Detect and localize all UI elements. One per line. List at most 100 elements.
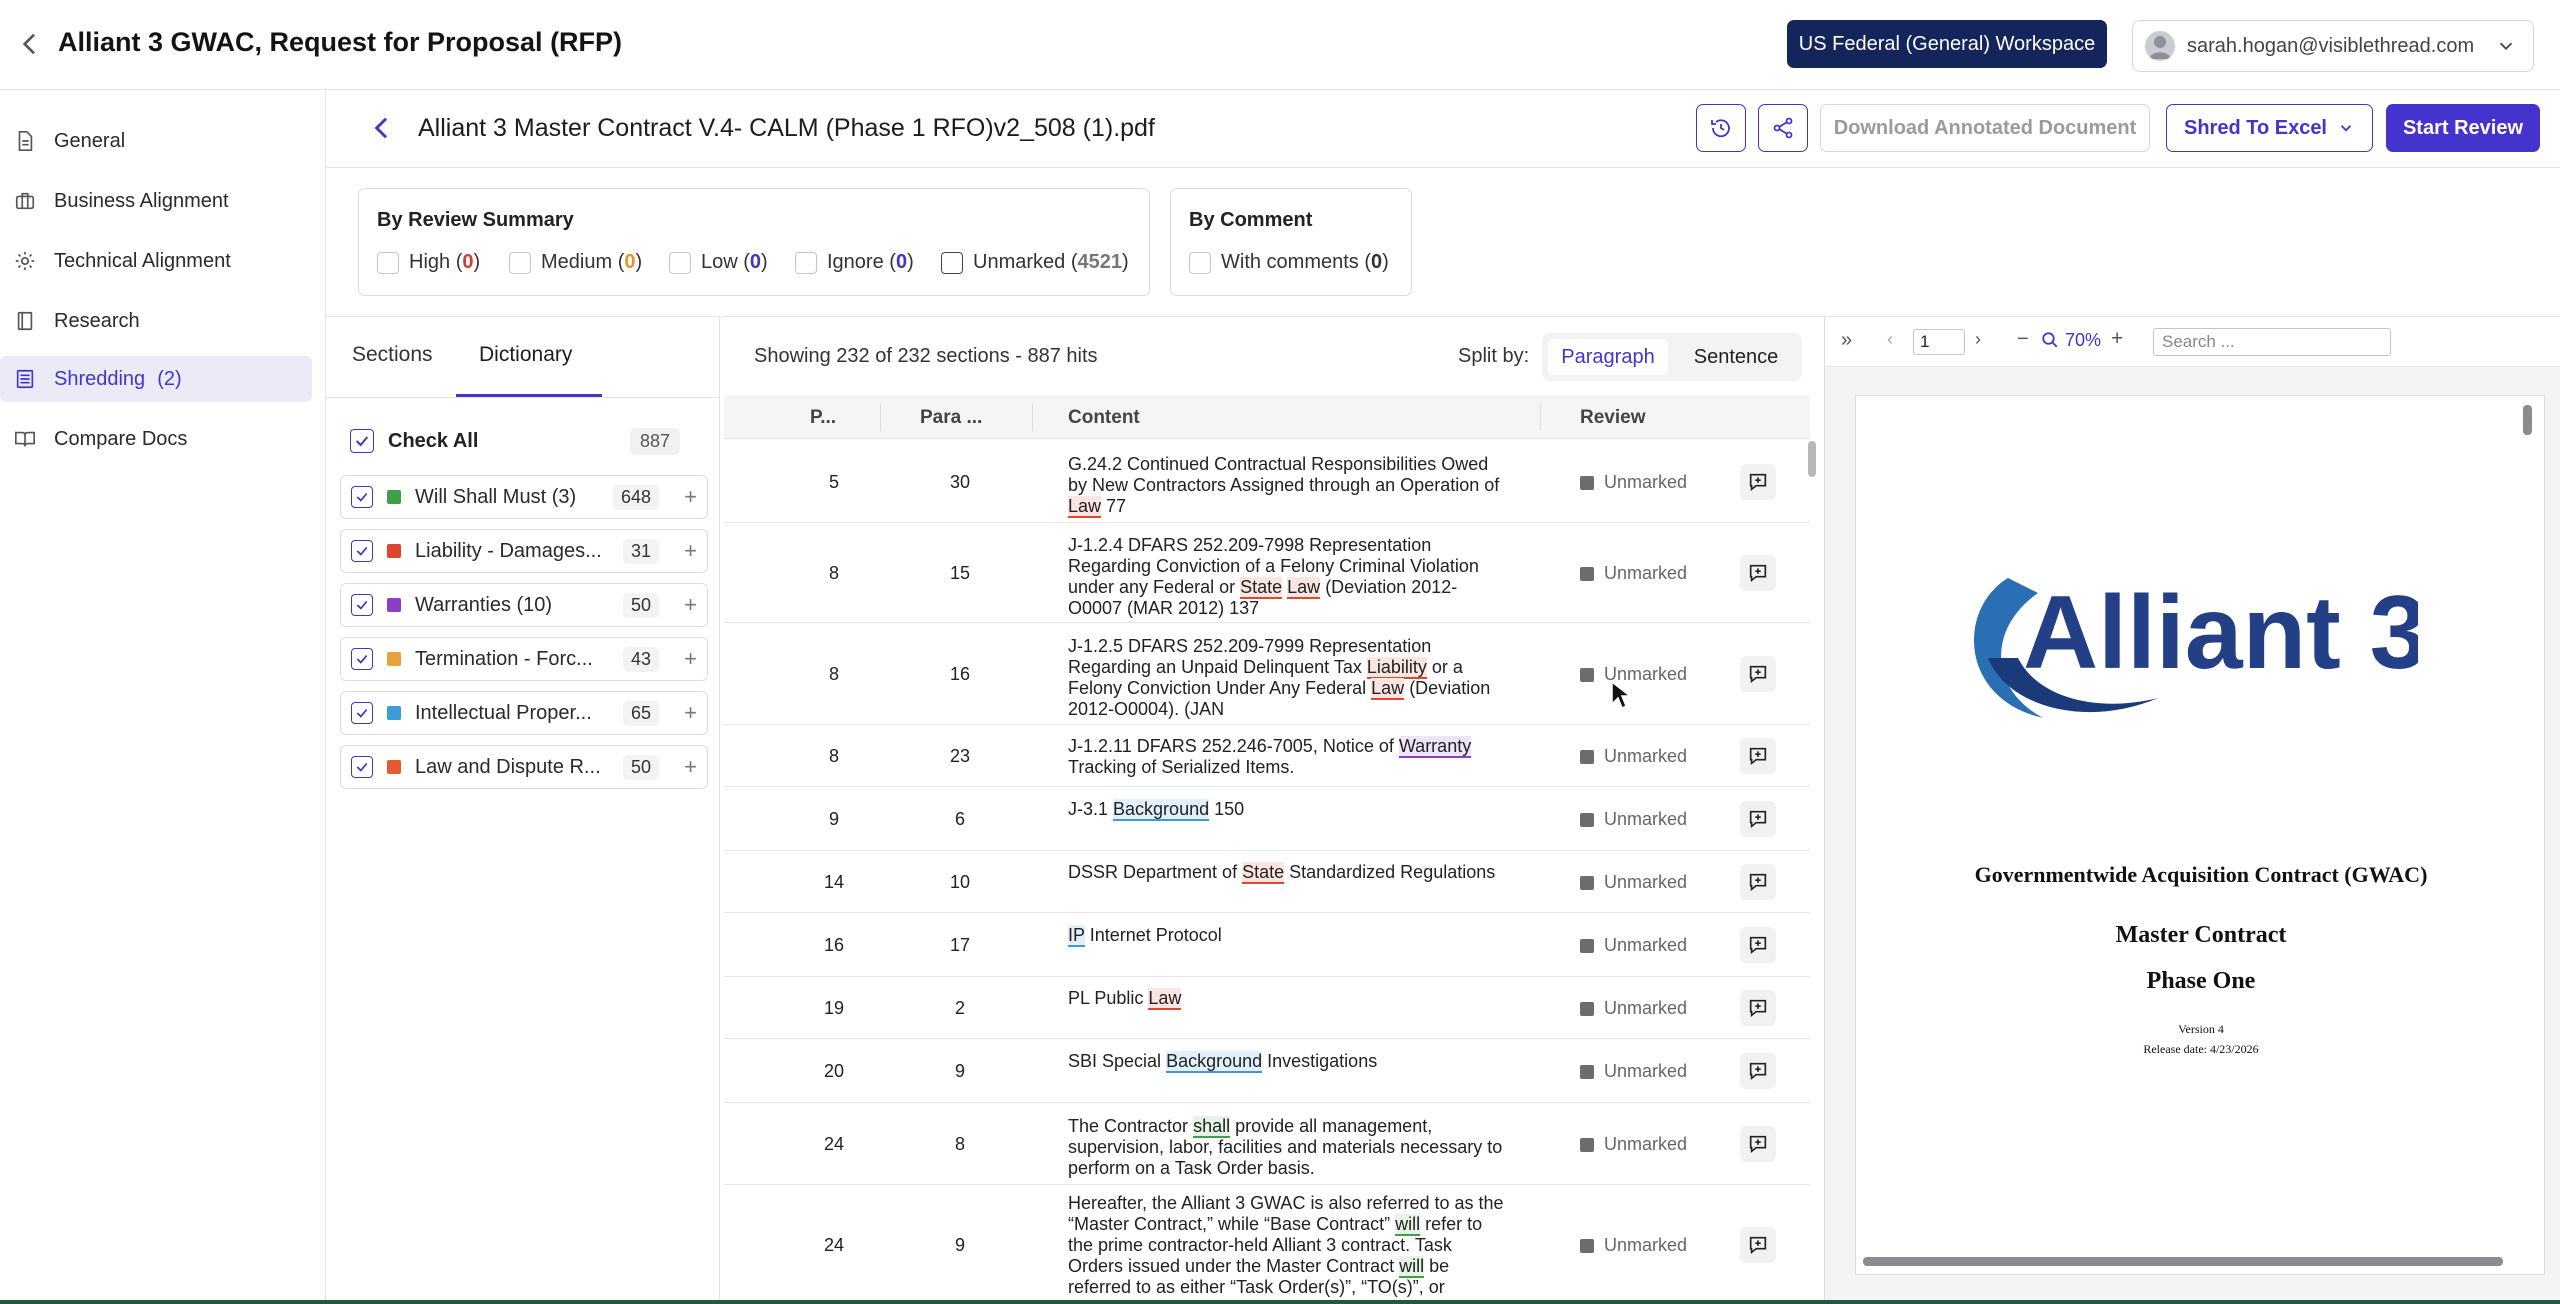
next-page-icon[interactable]: › bbox=[1975, 329, 1981, 350]
user-menu[interactable]: sarah.hogan@visiblethread.com bbox=[2132, 20, 2534, 72]
dictionary-item[interactable]: Liability - Damages... 31 + bbox=[340, 529, 708, 573]
highlighted-term[interactable]: Background bbox=[1113, 799, 1210, 821]
checkbox-checked[interactable] bbox=[351, 756, 373, 778]
highlighted-term[interactable]: shall bbox=[1193, 1116, 1231, 1138]
sidebar-item-general[interactable]: General bbox=[0, 118, 312, 164]
add-comment-button[interactable] bbox=[1740, 1227, 1776, 1263]
dictionary-item[interactable]: Termination - Forc... 43 + bbox=[340, 637, 708, 681]
review-status[interactable]: Unmarked bbox=[1580, 1235, 1687, 1256]
column-review[interactable]: Review bbox=[1580, 407, 1645, 429]
filter-low[interactable]: Low (0) bbox=[669, 251, 768, 274]
add-comment-button[interactable] bbox=[1740, 864, 1776, 900]
review-status[interactable]: Unmarked bbox=[1580, 998, 1687, 1019]
review-status[interactable]: Unmarked bbox=[1580, 1061, 1687, 1082]
table-row[interactable]: 9 6 J-3.1 Background 150 Unmarked bbox=[724, 787, 1810, 851]
tab-sections[interactable]: Sections bbox=[352, 343, 433, 367]
add-icon[interactable]: + bbox=[684, 592, 697, 618]
sidebar-item-technical-alignment[interactable]: Technical Alignment bbox=[0, 238, 312, 284]
checkbox[interactable] bbox=[1189, 251, 1211, 274]
add-comment-button[interactable] bbox=[1740, 555, 1776, 591]
workspace-button[interactable]: US Federal (General) Workspace bbox=[1787, 20, 2107, 68]
back-icon[interactable] bbox=[366, 112, 398, 144]
column-page[interactable]: P... bbox=[810, 407, 836, 429]
review-status[interactable]: Unmarked bbox=[1580, 664, 1687, 685]
table-row[interactable]: 24 9 Hereafter, the Alliant 3 GWAC is also… bbox=[724, 1185, 1810, 1304]
review-status[interactable]: Unmarked bbox=[1580, 1134, 1687, 1155]
add-comment-button[interactable] bbox=[1740, 738, 1776, 774]
expand-icon[interactable]: » bbox=[1841, 329, 1852, 352]
checkbox-checked[interactable] bbox=[351, 702, 373, 724]
table-row[interactable]: 8 16 J-1.2.5 DFARS 252.209-7999 Representa… bbox=[724, 623, 1810, 725]
filter-ignore[interactable]: Ignore (0) bbox=[795, 251, 914, 274]
add-comment-button[interactable] bbox=[1740, 1126, 1776, 1162]
filter-medium[interactable]: Medium (0) bbox=[509, 251, 642, 274]
add-comment-button[interactable] bbox=[1740, 927, 1776, 963]
dictionary-item[interactable]: Law and Dispute R... 50 + bbox=[340, 745, 708, 789]
pdf-horizontal-scrollbar[interactable] bbox=[1863, 1257, 2503, 1266]
shred-to-excel-button[interactable]: Shred To Excel bbox=[2166, 104, 2373, 152]
checkbox[interactable] bbox=[377, 251, 399, 274]
table-row[interactable]: 19 2 PL Public Law Unmarked bbox=[724, 977, 1810, 1039]
split-paragraph-button[interactable]: Paragraph bbox=[1548, 339, 1668, 375]
highlighted-term[interactable]: Law bbox=[1287, 577, 1321, 599]
add-icon[interactable]: + bbox=[684, 538, 697, 564]
dictionary-item[interactable]: Intellectual Proper... 65 + bbox=[340, 691, 708, 735]
checkbox[interactable] bbox=[795, 251, 817, 274]
add-icon[interactable]: + bbox=[684, 484, 697, 510]
zoom-level[interactable]: 70% bbox=[2065, 330, 2101, 351]
highlighted-term[interactable]: IP bbox=[1068, 925, 1085, 947]
pdf-search-input[interactable]: Search ... bbox=[2153, 328, 2391, 356]
table-row[interactable]: 14 10 DSSR Department of State Standardize… bbox=[724, 851, 1810, 913]
filter-high[interactable]: High (0) bbox=[377, 251, 480, 274]
checkbox-checked[interactable] bbox=[351, 486, 373, 508]
table-row[interactable]: 8 23 J-1.2.11 DFARS 252.246-7005, Notice o… bbox=[724, 725, 1810, 787]
table-row[interactable]: 20 9 SBI Special Background Investigations… bbox=[724, 1039, 1810, 1103]
split-sentence-button[interactable]: Sentence bbox=[1678, 339, 1794, 375]
highlighted-term[interactable]: State bbox=[1242, 862, 1285, 884]
highlighted-term[interactable]: Law bbox=[1371, 678, 1405, 700]
filter-with-comments[interactable]: With comments (0) bbox=[1189, 251, 1389, 274]
review-status[interactable]: Unmarked bbox=[1580, 472, 1687, 493]
add-comment-button[interactable] bbox=[1740, 656, 1776, 692]
filter-unmarked[interactable]: Unmarked (4521) bbox=[941, 251, 1129, 274]
table-row[interactable]: 16 17 IP Internet Protocol Unmarked bbox=[724, 913, 1810, 977]
highlighted-term[interactable]: Background bbox=[1166, 1051, 1263, 1073]
highlighted-term[interactable]: Law bbox=[1148, 988, 1182, 1010]
highlighted-term[interactable]: State bbox=[1240, 577, 1283, 599]
checkbox-checked[interactable] bbox=[351, 594, 373, 616]
sidebar-item-business-alignment[interactable]: Business Alignment bbox=[0, 178, 312, 224]
tab-dictionary[interactable]: Dictionary bbox=[479, 343, 572, 367]
review-status[interactable]: Unmarked bbox=[1580, 809, 1687, 830]
back-icon[interactable] bbox=[14, 28, 46, 60]
add-icon[interactable]: + bbox=[684, 754, 697, 780]
dictionary-item[interactable]: Will Shall Must (3) 648 + bbox=[340, 475, 708, 519]
table-row[interactable]: 8 15 J-1.2.4 DFARS 252.209-7998 Representa… bbox=[724, 523, 1810, 623]
checkbox[interactable] bbox=[509, 251, 531, 274]
table-scrollbar[interactable] bbox=[1808, 441, 1818, 1301]
pdf-vertical-scrollbar[interactable] bbox=[2523, 405, 2532, 435]
highlighted-term[interactable]: Liability bbox=[1366, 657, 1427, 679]
add-comment-button[interactable] bbox=[1740, 464, 1776, 500]
checkbox-checked[interactable] bbox=[350, 429, 374, 453]
download-annotated-button[interactable]: Download Annotated Document bbox=[1820, 104, 2150, 152]
add-comment-button[interactable] bbox=[1740, 801, 1776, 837]
check-all-row[interactable]: Check All 887 bbox=[350, 423, 698, 459]
start-review-button[interactable]: Start Review bbox=[2386, 104, 2540, 152]
review-status[interactable]: Unmarked bbox=[1580, 935, 1687, 956]
scrollbar-thumb[interactable] bbox=[1808, 441, 1816, 477]
add-comment-button[interactable] bbox=[1740, 990, 1776, 1026]
previous-page-icon[interactable]: ‹ bbox=[1887, 329, 1893, 350]
sidebar-item-compare-docs[interactable]: Compare Docs bbox=[0, 416, 312, 462]
add-comment-button[interactable] bbox=[1740, 1053, 1776, 1089]
highlighted-term[interactable]: Law bbox=[1068, 496, 1102, 518]
zoom-out-icon[interactable]: − bbox=[2017, 328, 2029, 351]
history-button[interactable] bbox=[1696, 104, 1746, 152]
checkbox-checked[interactable] bbox=[351, 540, 373, 562]
highlighted-term[interactable]: will bbox=[1395, 1214, 1421, 1236]
review-status[interactable]: Unmarked bbox=[1580, 872, 1687, 893]
checkbox[interactable] bbox=[941, 251, 963, 274]
column-para[interactable]: Para ... bbox=[920, 407, 982, 429]
add-icon[interactable]: + bbox=[684, 646, 697, 672]
magnifier-icon[interactable] bbox=[2041, 331, 2059, 349]
table-row[interactable]: 5 30 G.24.2 Continued Contractual Responsi… bbox=[724, 441, 1810, 523]
